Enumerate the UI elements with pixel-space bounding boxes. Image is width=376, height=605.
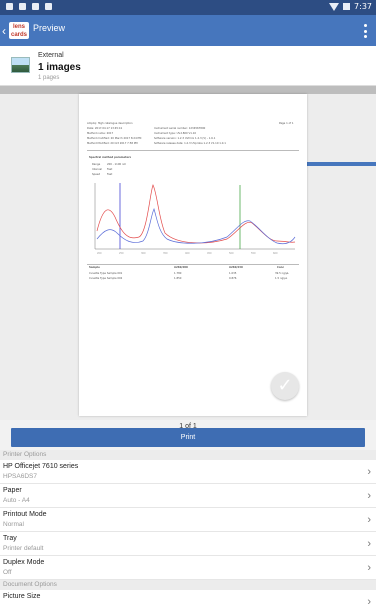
printout-mode-option[interactable]: Printout Mode Normal › [0, 508, 376, 532]
table-cell: 1.780 [174, 272, 182, 275]
param-key: Range [92, 163, 101, 166]
chevron-right-icon: › [367, 490, 371, 502]
preview-band [0, 86, 376, 94]
app-bar-title: Preview [33, 23, 66, 33]
svg-text:400: 400 [185, 252, 190, 255]
header-line: Instrument type: UV-1800 V1.10 [154, 132, 197, 135]
table-cell: Cuvette Type Sample 001 [89, 272, 123, 275]
param-value: Fast [107, 173, 113, 176]
params-title: Spectral method parameters [89, 156, 132, 159]
table-cell: 0.876 [229, 277, 237, 280]
spectrum-chart: 200 250 300 350 400 450 500 550 600 [94, 183, 296, 255]
blue-spectrum-line [96, 208, 296, 245]
option-value: Printer default [3, 545, 44, 552]
svg-text:450: 450 [207, 252, 212, 255]
page-preview[interactable]: Ampliq: High catalogue description Date:… [79, 94, 307, 416]
wifi-icon [329, 2, 340, 11]
notification-icon [6, 3, 13, 10]
page-number: Page 1 of 1 [279, 122, 294, 125]
option-title: Picture Size [3, 593, 41, 600]
app-bar: ‹ lens cards Preview [0, 15, 376, 46]
param-value: 200 - 1100 nm [107, 163, 127, 166]
notification-icons [6, 3, 52, 10]
param-value: Fast [107, 168, 113, 171]
option-value: Normal [3, 521, 24, 528]
param-key: Speed [92, 173, 101, 176]
divider [87, 150, 299, 151]
paper-option[interactable]: Paper Auto - A4 › [0, 484, 376, 508]
battery-icon [343, 3, 351, 10]
status-bar: 7:37 [0, 0, 376, 15]
status-time: 7:37 [354, 2, 372, 11]
table-divider [87, 264, 299, 265]
svg-text:200: 200 [97, 252, 102, 255]
red-spectrum-line [96, 184, 296, 244]
chevron-right-icon: › [367, 538, 371, 550]
print-button[interactable]: Print [11, 428, 365, 447]
option-title: Duplex Mode [3, 559, 45, 566]
page-count: 1 pages [38, 75, 60, 81]
table-cell: Cuvette Type Sample 002 [89, 277, 123, 280]
table-cell: 1.5 ng/µL [275, 277, 288, 280]
header-line: Software release date: 1.2.3 UVprobe 1.2… [154, 142, 226, 145]
x-tick-labels: 200 250 300 350 400 450 500 550 600 [97, 252, 278, 255]
svg-text:600: 600 [273, 252, 278, 255]
option-title: HP Officejet 7610 series [3, 463, 79, 470]
table-header-cell: A260/230 [229, 266, 243, 269]
option-title: Paper [3, 487, 22, 494]
chevron-right-icon: › [367, 466, 371, 478]
duplex-mode-option[interactable]: Duplex Mode Off › [0, 556, 376, 580]
header-line: Software version: 1.2.3 UVmini 1.2.3 (V)… [154, 137, 216, 140]
header-line: Method Modified: 20 Oct 2017 7:58 PM [87, 142, 138, 145]
header-line: Date: 2017.04.17 13:45:41 [87, 127, 123, 130]
table-header-cell: Conc [277, 266, 285, 269]
options-list[interactable]: Printer Options HP Officejet 7610 series… [0, 450, 376, 605]
table-header-cell: Sample [89, 266, 100, 269]
image-thumbnail [11, 57, 30, 73]
option-value: HPSA6DS7 [3, 473, 37, 480]
table-cell: 1.035 [229, 272, 237, 275]
app-logo[interactable]: lens cards [9, 22, 29, 39]
option-value: Off [3, 569, 12, 576]
param-key: Interval [92, 168, 102, 171]
chevron-right-icon: › [367, 562, 371, 574]
document-options-header: Document Options [0, 580, 376, 590]
image-count: 1 images [38, 62, 81, 73]
picture-size-option[interactable]: Picture Size › [0, 590, 376, 605]
printer-options-header: Printer Options [0, 450, 376, 460]
header-line: Method name: 2017 [87, 132, 114, 135]
table-cell: 39.5 ng/µL [275, 272, 289, 275]
header-line: Instrument serial number: 1234567890 [154, 127, 206, 130]
check-icon[interactable]: ✓ [271, 372, 299, 400]
source-row[interactable]: External 1 images 1 pages [0, 46, 376, 86]
header-line: Ampliq: High catalogue description [87, 122, 133, 125]
notification-icon [45, 3, 52, 10]
download-icon [19, 3, 26, 10]
header-line: Method modified: 20 March 2017 8:24 PM [87, 137, 142, 140]
scroll-indicator [307, 162, 376, 166]
tray-option[interactable]: Tray Printer default › [0, 532, 376, 556]
table-cell: 1.850 [174, 277, 182, 280]
preview-area[interactable]: Ampliq: High catalogue description Date:… [0, 86, 376, 420]
option-title: Tray [3, 535, 17, 542]
source-label: External [38, 52, 64, 59]
svg-text:500: 500 [229, 252, 234, 255]
svg-text:300: 300 [141, 252, 146, 255]
table-header-cell: A260/280 [174, 266, 188, 269]
printer-option[interactable]: HP Officejet 7610 series HPSA6DS7 › [0, 460, 376, 484]
svg-text:350: 350 [163, 252, 168, 255]
image-icon [32, 3, 39, 10]
svg-text:550: 550 [251, 252, 256, 255]
svg-text:250: 250 [119, 252, 124, 255]
chevron-right-icon: › [367, 514, 371, 526]
option-title: Printout Mode [3, 511, 47, 518]
option-value: Auto - A4 [3, 497, 30, 504]
overflow-menu-icon[interactable] [364, 24, 368, 38]
chevron-right-icon: › [367, 596, 371, 605]
